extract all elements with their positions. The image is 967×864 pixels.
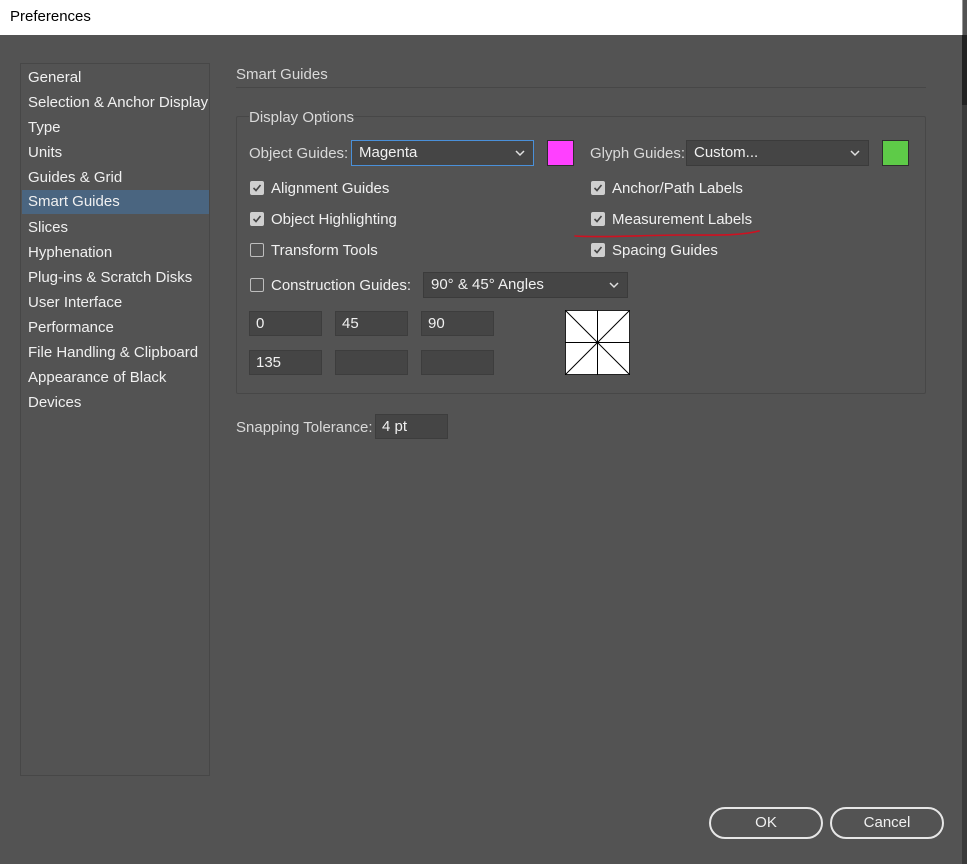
transform-tools-label: Transform Tools	[271, 242, 378, 259]
glyph-guides-select[interactable]: Custom...	[686, 140, 869, 166]
construction-angles-preview	[565, 310, 630, 375]
anchor-path-labels-label: Anchor/Path Labels	[612, 180, 743, 197]
sidebar-item-user-interface[interactable]: User Interface	[22, 291, 209, 315]
object-highlighting-label: Object Highlighting	[271, 211, 397, 228]
transform-tools-checkbox[interactable]	[250, 243, 264, 257]
glyph-guides-value: Custom...	[694, 144, 759, 161]
sidebar-item-general[interactable]: General	[22, 66, 209, 90]
ok-button[interactable]: OK	[709, 807, 823, 839]
alignment-guides-label: Alignment Guides	[271, 180, 390, 197]
construction-guides-label: Construction Guides:	[271, 277, 412, 294]
checkmark-icon	[252, 215, 262, 223]
glyph-guides-label: Glyph Guides:	[590, 145, 686, 162]
angle-field-1[interactable]: 0	[249, 311, 322, 336]
chevron-down-icon	[609, 282, 619, 289]
checkmark-icon	[593, 246, 603, 254]
section-divider	[236, 87, 926, 88]
section-title: Smart Guides	[236, 66, 328, 83]
display-options-title: Display Options	[249, 109, 355, 126]
cancel-button[interactable]: Cancel	[830, 807, 944, 839]
spacing-guides-checkbox[interactable]	[591, 243, 605, 257]
angle-field-6[interactable]	[421, 350, 494, 375]
sidebar-item-selection-anchor-display[interactable]: Selection & Anchor Display	[22, 91, 209, 115]
spacing-guides-label: Spacing Guides	[612, 242, 718, 259]
chevron-down-icon	[515, 150, 525, 157]
window-title: Preferences	[10, 8, 91, 25]
red-underline-annotation	[574, 230, 760, 238]
angle-field-4[interactable]: 135	[249, 350, 322, 375]
anchor-path-labels-checkbox[interactable]	[591, 181, 605, 195]
sidebar-item-type[interactable]: Type	[22, 116, 209, 140]
window-edge-dark	[962, 35, 967, 105]
snapping-tolerance-input[interactable]: 4 pt	[375, 414, 448, 439]
sidebar-item-smart-guides[interactable]: Smart Guides	[22, 190, 209, 214]
sidebar-item-units[interactable]: Units	[22, 141, 209, 165]
object-guides-label: Object Guides:	[249, 145, 349, 162]
sidebar-item-guides-grid[interactable]: Guides & Grid	[22, 166, 209, 190]
glyph-guides-color-swatch[interactable]	[882, 140, 909, 166]
checkmark-icon	[252, 184, 262, 192]
sidebar-item-file-handling-clipboard[interactable]: File Handling & Clipboard	[22, 341, 209, 365]
sidebar-item-appearance-of-black[interactable]: Appearance of Black	[22, 366, 209, 390]
preferences-category-list[interactable]: General Selection & Anchor Display Type …	[20, 63, 210, 776]
object-guides-select[interactable]: Magenta	[351, 140, 534, 166]
object-guides-color-swatch[interactable]	[547, 140, 574, 166]
sidebar-item-performance[interactable]: Performance	[22, 316, 209, 340]
title-bar: Preferences	[0, 0, 963, 35]
construction-angles-value: 90° & 45° Angles	[431, 276, 544, 293]
angle-field-3[interactable]: 90	[421, 311, 494, 336]
sidebar-item-hyphenation[interactable]: Hyphenation	[22, 241, 209, 265]
sidebar-item-plugins-scratch-disks[interactable]: Plug-ins & Scratch Disks	[22, 266, 209, 290]
measurement-labels-checkbox[interactable]	[591, 212, 605, 226]
sidebar-item-devices[interactable]: Devices	[22, 391, 209, 415]
chevron-down-icon	[850, 150, 860, 157]
object-highlighting-checkbox[interactable]	[250, 212, 264, 226]
construction-guides-checkbox[interactable]	[250, 278, 264, 292]
snapping-tolerance-label: Snapping Tolerance:	[236, 419, 373, 436]
construction-angles-select[interactable]: 90° & 45° Angles	[423, 272, 628, 298]
angle-field-2[interactable]: 45	[335, 311, 408, 336]
window-edge	[962, 35, 967, 864]
checkmark-icon	[593, 215, 603, 223]
checkmark-icon	[593, 184, 603, 192]
alignment-guides-checkbox[interactable]	[250, 181, 264, 195]
object-guides-value: Magenta	[359, 144, 418, 161]
sidebar-item-slices[interactable]: Slices	[22, 216, 209, 240]
angle-field-5[interactable]	[335, 350, 408, 375]
